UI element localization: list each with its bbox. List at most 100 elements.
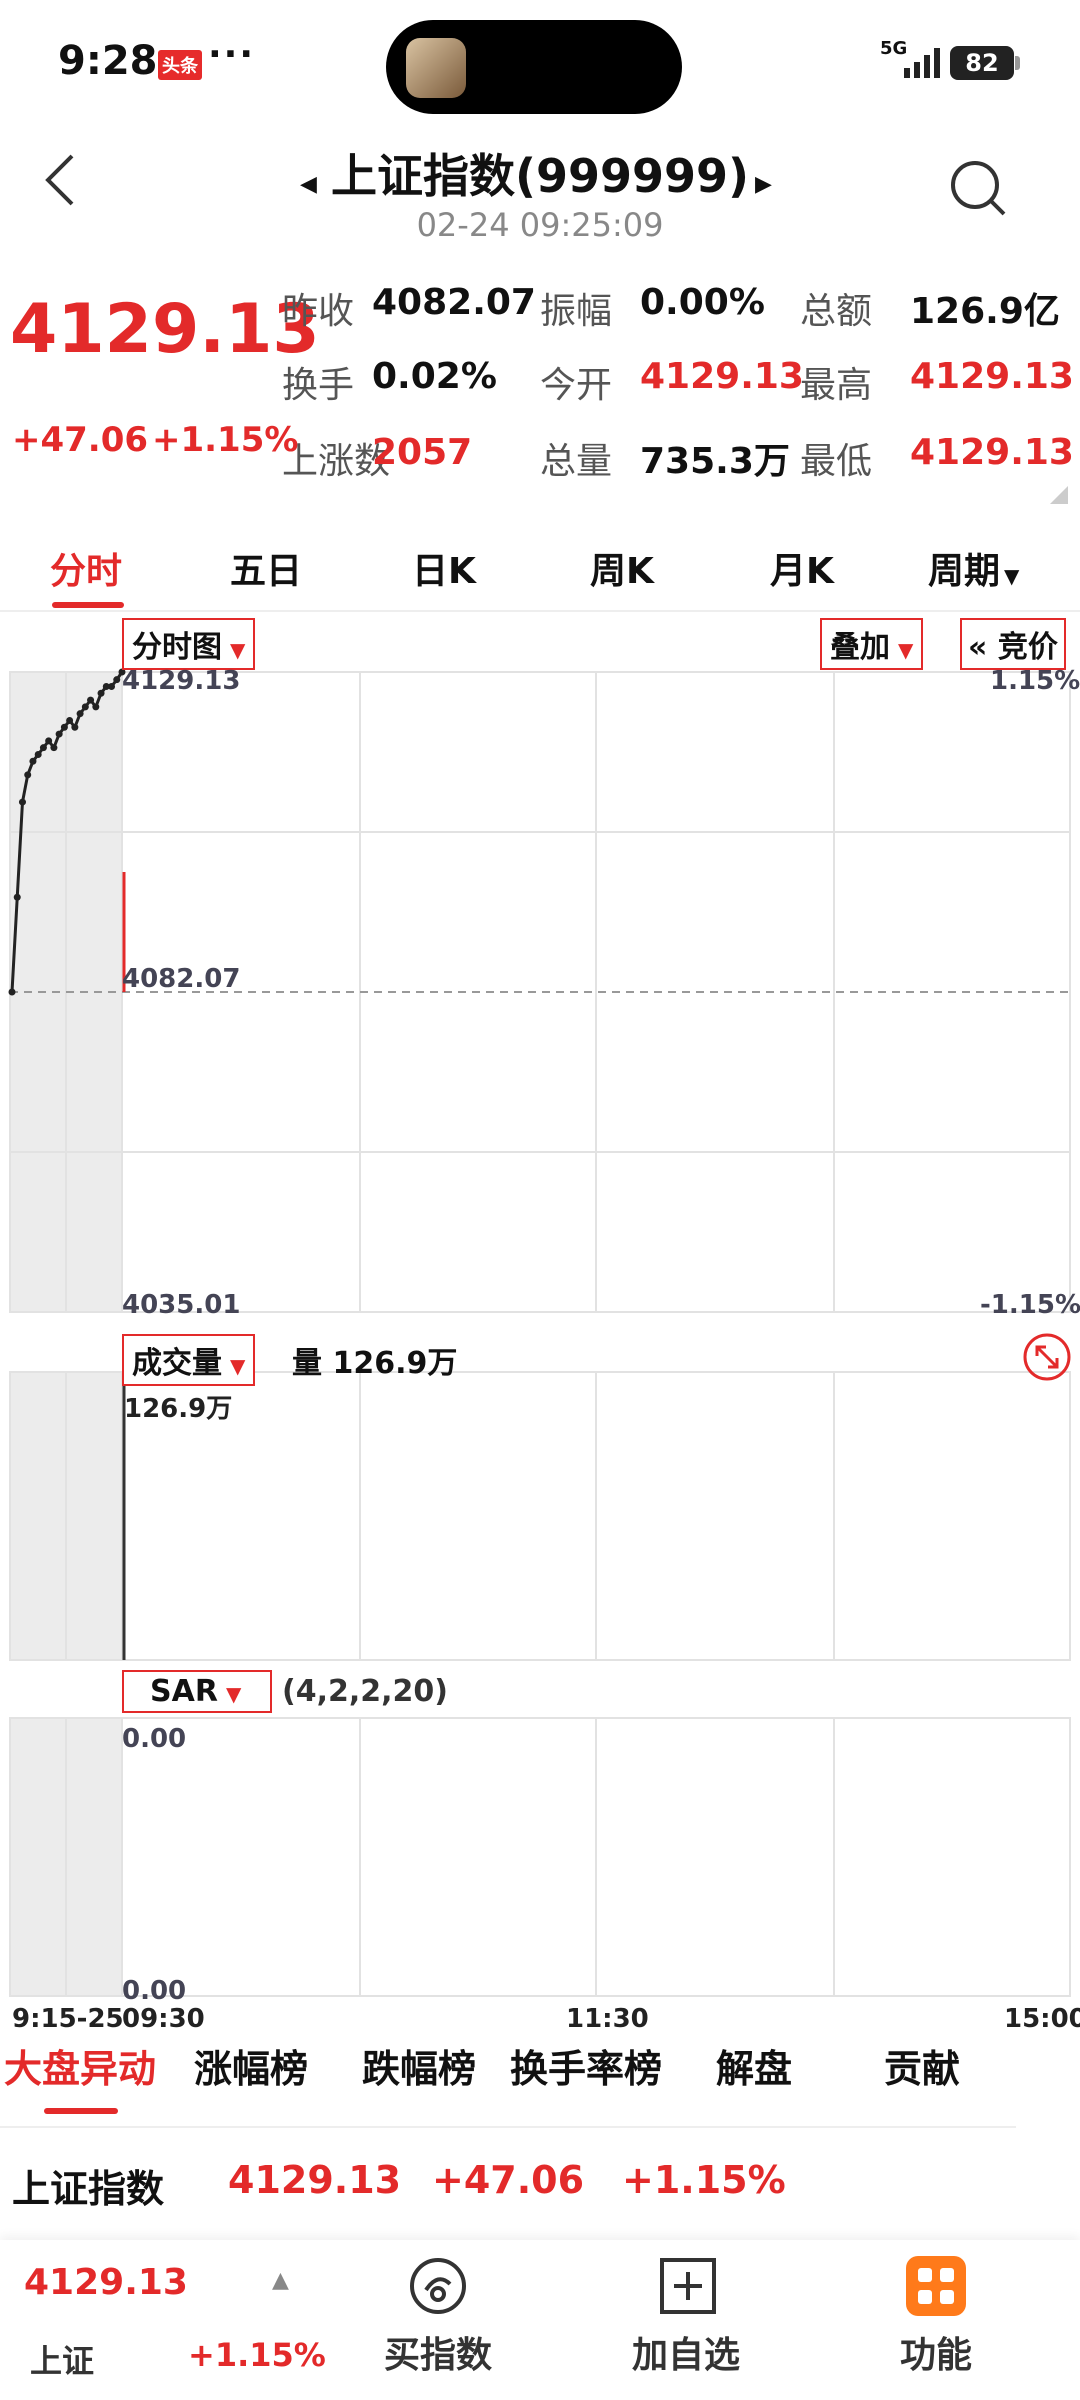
preauction-price-point	[76, 710, 84, 718]
quote-datetime: 02-24 09:25:09	[416, 206, 664, 244]
preauction-price-point	[92, 703, 100, 711]
functions-label[interactable]: 功能	[900, 2326, 972, 2378]
index-summary-row[interactable]: 上证指数 4129.13 +47.06 +1.15%	[0, 2150, 1080, 2240]
preauction-price-point	[66, 716, 74, 724]
battery-tip	[1015, 56, 1020, 70]
overlay-label: 叠加	[830, 630, 890, 665]
functions-grid-icon[interactable]	[904, 2254, 968, 2318]
quote-stat-value: 126.9亿	[910, 291, 1060, 332]
quote-stat-label: 总额	[800, 291, 873, 332]
price-axis-high: 4129.13	[122, 666, 241, 696]
quote-stat-label: 昨收	[282, 291, 355, 332]
tab-contribution[interactable]: 贡献	[884, 2038, 960, 2093]
index-price: 4129.13	[228, 2158, 402, 2202]
volume-readout: 量 126.9万	[292, 1346, 458, 1381]
preauction-price-point	[87, 696, 95, 704]
volume-axis-max: 126.9万	[124, 1394, 233, 1424]
sar-indicator-dropdown[interactable]: SAR ▼	[122, 1670, 272, 1713]
quote-stat-label: 总量	[540, 441, 613, 482]
preauction-price-point	[8, 988, 16, 996]
quote-stat-value: 4129.13	[910, 432, 1074, 473]
preauction-price-point	[108, 682, 116, 690]
pct-axis-low: -1.15%	[980, 1290, 1080, 1320]
footer-pct: +1.15%	[188, 2336, 326, 2374]
preauction-price-point	[24, 771, 32, 779]
preauction-price-point	[50, 744, 58, 752]
tab-intraday[interactable]: 分时	[50, 542, 122, 594]
pct-axis-high: 1.15%	[990, 666, 1080, 696]
tab-weekly-k[interactable]: 周K	[590, 542, 654, 594]
index-name: 上证指数	[12, 2167, 165, 2211]
fullscreen-icon[interactable]	[1022, 1332, 1072, 1382]
dropdown-arrow-icon: ▼	[225, 1682, 242, 1706]
quote-stat-label: 最低	[800, 441, 873, 482]
preauction-price-point	[29, 757, 37, 765]
preauction-price-point	[113, 676, 121, 684]
preauction-price-point	[97, 689, 105, 697]
toutiao-badge: 头条	[158, 50, 202, 80]
tab-monthly-k[interactable]: 月K	[770, 542, 834, 594]
bid-button[interactable]: « 竞价	[960, 618, 1066, 670]
sar-indicator-label: SAR	[150, 1674, 218, 1709]
index-change: +47.06	[432, 2158, 585, 2202]
chevron-down-icon: ▼	[1004, 564, 1020, 588]
preauction-price-point	[71, 723, 79, 731]
tab-active-indicator	[52, 602, 124, 608]
quote-stat-value: 2057	[372, 432, 473, 473]
bottom-action-bar: 4129.13 ▲ 上证 +1.15% 买指数 加自选 功能	[0, 2240, 1080, 2400]
page-title: 上证指数(999999)	[330, 149, 750, 203]
tab-gainers[interactable]: 涨幅榜	[194, 2038, 308, 2093]
dropdown-arrow-icon: ▼	[230, 1354, 246, 1378]
sar-params: (4,2,2,20)	[282, 1674, 448, 1709]
tab-analysis[interactable]: 解盘	[716, 2038, 792, 2093]
volume-indicator-label: 成交量	[132, 1346, 222, 1381]
tab-market-movers[interactable]: 大盘异动	[4, 2038, 156, 2093]
quote-stat-label: 今开	[540, 365, 613, 406]
preauction-price-point	[13, 893, 21, 901]
sar-axis-low: 0.00	[122, 1976, 187, 2006]
chart-type-dropdown[interactable]: 分时图 ▼	[122, 618, 256, 670]
buy-index-label[interactable]: 买指数	[384, 2326, 492, 2378]
collapse-up-icon[interactable]: ▲	[272, 2268, 289, 2293]
tab-period[interactable]: 周期 ▼	[928, 542, 1019, 594]
footer-index-name: 上证	[30, 2342, 95, 2380]
preauction-price-point	[34, 750, 42, 758]
footer-price: 4129.13	[24, 2262, 188, 2303]
quote-stat-value: 4129.13	[910, 356, 1074, 397]
quote-stat-value: 4082.07	[372, 282, 536, 323]
quote-stat-value: 0.00%	[640, 282, 765, 323]
add-watchlist-icon[interactable]	[656, 2254, 720, 2318]
preauction-price-point	[45, 737, 53, 745]
more-notifications-icon: ···	[208, 34, 256, 75]
price-axis-mid: 4082.07	[122, 964, 241, 994]
market-tab-indicator	[44, 2108, 118, 2114]
change-percent: +1.15%	[152, 420, 299, 460]
tab-losers[interactable]: 跌幅榜	[362, 2038, 476, 2093]
expand-corner-icon[interactable]	[1050, 486, 1068, 504]
add-watchlist-label[interactable]: 加自选	[632, 2326, 740, 2378]
chart-period-tabs: 分时 五日 日K 周K 月K 周期 ▼	[0, 512, 1080, 612]
quote-stat-label: 振幅	[540, 291, 613, 332]
tab-daily-k[interactable]: 日K	[412, 542, 476, 594]
panel-border	[9, 1717, 1071, 1997]
tab-turnover[interactable]: 换手率榜	[510, 2038, 662, 2093]
dropdown-arrow-icon: ▼	[898, 638, 914, 662]
preauction-price-point	[55, 730, 63, 738]
battery-icon: 82	[950, 46, 1014, 80]
dropdown-arrow-icon: ▼	[230, 638, 246, 662]
price-axis-low: 4035.01	[122, 1290, 241, 1320]
buy-index-icon[interactable]	[406, 2254, 470, 2318]
divider	[0, 2126, 1016, 2128]
search-icon[interactable]	[948, 158, 1008, 218]
quote-stat-label: 换手	[282, 365, 355, 406]
tab-five-day[interactable]: 五日	[230, 542, 302, 594]
current-price: 4129.13	[10, 290, 320, 369]
volume-indicator-dropdown[interactable]: 成交量 ▼	[122, 1334, 256, 1386]
preauction-price-point	[81, 703, 89, 711]
tab-period-label: 周期	[928, 551, 1001, 592]
preauction-price-point	[39, 744, 47, 752]
quote-stat-label: 最高	[800, 365, 873, 406]
island-app-icon	[406, 38, 466, 98]
overlay-dropdown[interactable]: 叠加 ▼	[820, 618, 924, 670]
next-index-icon[interactable]: ▶	[755, 172, 772, 197]
